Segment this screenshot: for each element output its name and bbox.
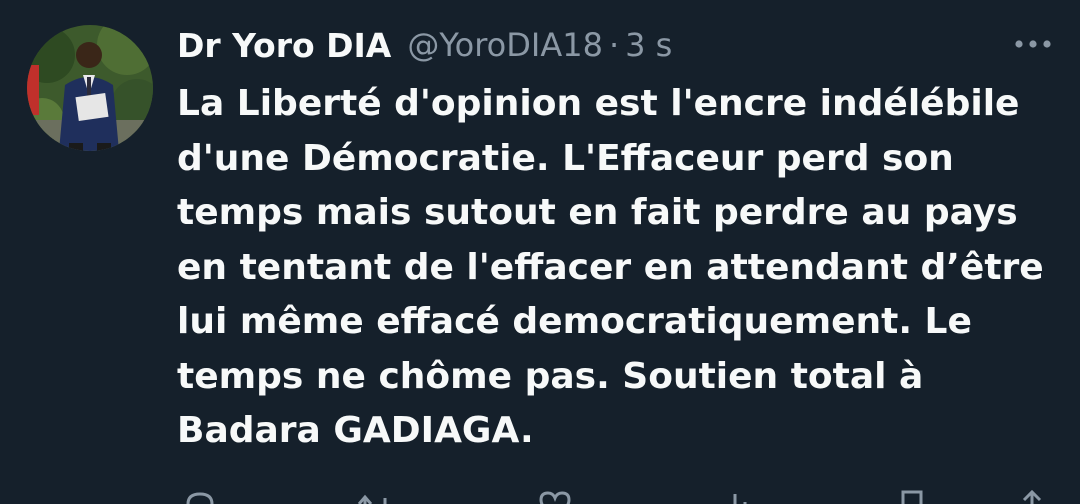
- tweet-text-line: La Liberté d'opinion est l'encre indéléb…: [177, 83, 1020, 124]
- timestamp[interactable]: 3 s: [625, 26, 672, 64]
- tweet-text-line: temps ne chôme pas. Soutien total à: [177, 355, 924, 397]
- separator-dot: ·: [608, 26, 620, 64]
- reply-icon[interactable]: [180, 486, 220, 504]
- views-icon[interactable]: [715, 486, 755, 504]
- tweet-text-line: en tentant de l'effacer en attendant d’ê…: [177, 246, 1044, 288]
- tweet-text-line: temps mais sutout en fait perdre au pays: [177, 192, 1018, 233]
- tweet-text-line: d'une Démocratie. L'Effaceur perd son: [177, 137, 954, 179]
- more-horizontal-icon[interactable]: [1005, 28, 1061, 60]
- bookmark-icon[interactable]: [892, 486, 932, 504]
- retweet-icon[interactable]: [355, 486, 395, 504]
- user-handle[interactable]: @YoroDIA18: [407, 26, 603, 64]
- display-name[interactable]: Dr Yoro DIA: [177, 26, 391, 65]
- tweet-text: La Liberté d'opinion est l'encre indéléb…: [177, 77, 1072, 459]
- tweet-actions: [170, 486, 1065, 504]
- share-icon[interactable]: [1012, 486, 1052, 504]
- tweet-text-line: Badara GADIAGA.: [177, 410, 534, 451]
- tweet-text-line: lui même effacé democratiquement. Le: [177, 301, 972, 342]
- avatar[interactable]: [27, 25, 153, 151]
- tweet-header: Dr Yoro DIA @YoroDIA18 · 3 s: [177, 22, 672, 68]
- like-icon[interactable]: [535, 486, 575, 504]
- tweet[interactable]: Dr Yoro DIA @YoroDIA18 · 3 s La Liberté …: [0, 0, 1080, 504]
